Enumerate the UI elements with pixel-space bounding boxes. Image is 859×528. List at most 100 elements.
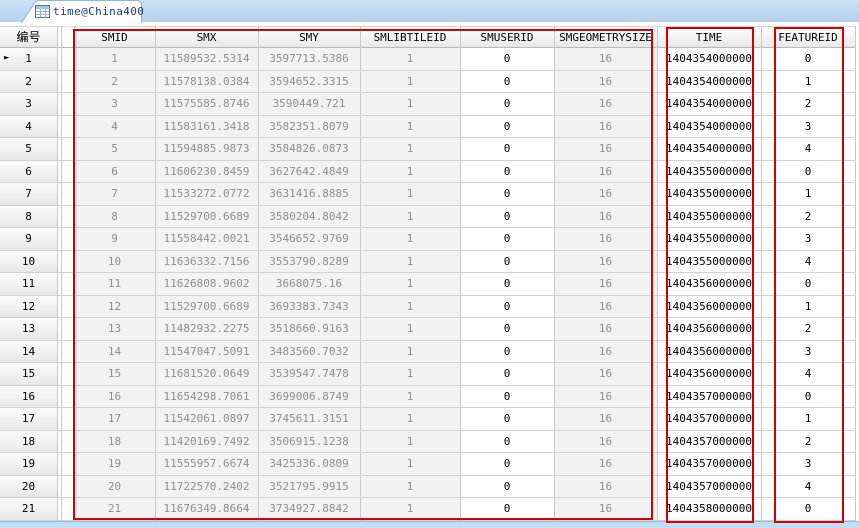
row-header[interactable]: 18 xyxy=(0,430,57,452)
cell-time[interactable]: 1404355000000 xyxy=(657,250,761,272)
cell-smy[interactable]: 3668075.16 xyxy=(258,273,360,295)
cell-smy[interactable]: 3627642.4849 xyxy=(258,160,360,182)
cell-smid[interactable]: 5 xyxy=(74,138,155,160)
row-header[interactable]: 12 xyxy=(0,295,57,317)
cell-time[interactable]: 1404357000000 xyxy=(657,453,761,475)
cell-featureid[interactable]: 1 xyxy=(761,408,855,430)
cell-smid[interactable]: 3 xyxy=(74,93,155,115)
cell-time[interactable]: 1404356000000 xyxy=(657,273,761,295)
cell-smx[interactable]: 11636332.7156 xyxy=(155,250,258,272)
cell-featureid[interactable]: 4 xyxy=(761,363,855,385)
cell-smlibtileid[interactable]: 1 xyxy=(360,453,460,475)
row-header[interactable]: 6 xyxy=(0,160,57,182)
column-header-smid[interactable]: SMID xyxy=(74,26,155,48)
cell-smid[interactable]: 16 xyxy=(74,385,155,407)
cell-smuserid[interactable]: 0 xyxy=(460,93,554,115)
cell-time[interactable]: 1404354000000 xyxy=(657,115,761,137)
cell-smlibtileid[interactable]: 1 xyxy=(360,115,460,137)
row-header[interactable]: 5 xyxy=(0,138,57,160)
cell-smx[interactable]: 11529700.6689 xyxy=(155,295,258,317)
column-header-smuserid[interactable]: SMUSERID xyxy=(460,26,554,48)
cell-smgeometrysize[interactable]: 16 xyxy=(554,183,657,205)
row-header[interactable]: 19 xyxy=(0,453,57,475)
cell-smlibtileid[interactable]: 1 xyxy=(360,340,460,362)
cell-smuserid[interactable]: 0 xyxy=(460,295,554,317)
column-header-time[interactable]: TIME xyxy=(657,26,761,48)
cell-smx[interactable]: 11529700.6689 xyxy=(155,205,258,227)
column-header-smgeometrysize[interactable]: SMGEOMETRYSIZE xyxy=(554,26,657,48)
cell-smgeometrysize[interactable]: 16 xyxy=(554,93,657,115)
cell-smgeometrysize[interactable]: 16 xyxy=(554,48,657,70)
cell-time[interactable]: 1404356000000 xyxy=(657,318,761,340)
cell-smlibtileid[interactable]: 1 xyxy=(360,228,460,250)
cell-smid[interactable]: 8 xyxy=(74,205,155,227)
cell-smid[interactable]: 15 xyxy=(74,363,155,385)
cell-smx[interactable]: 11533272.0772 xyxy=(155,183,258,205)
cell-smgeometrysize[interactable]: 16 xyxy=(554,228,657,250)
cell-featureid[interactable]: 4 xyxy=(761,138,855,160)
cell-time[interactable]: 1404354000000 xyxy=(657,138,761,160)
cell-smlibtileid[interactable]: 1 xyxy=(360,430,460,452)
cell-smy[interactable]: 3518660.9163 xyxy=(258,318,360,340)
cell-featureid[interactable]: 2 xyxy=(761,318,855,340)
cell-smx[interactable]: 11606230.8459 xyxy=(155,160,258,182)
cell-smlibtileid[interactable]: 1 xyxy=(360,250,460,272)
cell-smy[interactable]: 3539547.7478 xyxy=(258,363,360,385)
cell-smlibtileid[interactable]: 1 xyxy=(360,205,460,227)
cell-smgeometrysize[interactable]: 16 xyxy=(554,363,657,385)
cell-time[interactable]: 1404354000000 xyxy=(657,93,761,115)
row-header[interactable]: 20 xyxy=(0,475,57,497)
cell-smy[interactable]: 3745611.3151 xyxy=(258,408,360,430)
cell-smlibtileid[interactable]: 1 xyxy=(360,183,460,205)
cell-smuserid[interactable]: 0 xyxy=(460,363,554,385)
cell-smid[interactable]: 17 xyxy=(74,408,155,430)
cell-smx[interactable]: 11578138.0384 xyxy=(155,70,258,92)
cell-smid[interactable]: 19 xyxy=(74,453,155,475)
cell-time[interactable]: 1404357000000 xyxy=(657,408,761,430)
cell-time[interactable]: 1404354000000 xyxy=(657,70,761,92)
row-header[interactable]: 10 xyxy=(0,250,57,272)
cell-time[interactable]: 1404358000000 xyxy=(657,498,761,520)
row-header[interactable]: 8 xyxy=(0,205,57,227)
cell-smuserid[interactable]: 0 xyxy=(460,250,554,272)
cell-smuserid[interactable]: 0 xyxy=(460,115,554,137)
column-header-smx[interactable]: SMX xyxy=(155,26,258,48)
cell-smx[interactable]: 11555957.6674 xyxy=(155,453,258,475)
cell-smlibtileid[interactable]: 1 xyxy=(360,408,460,430)
row-header[interactable]: 2 xyxy=(0,70,57,92)
cell-smy[interactable]: 3597713.5386 xyxy=(258,48,360,70)
row-header[interactable]: 17 xyxy=(0,408,57,430)
cell-time[interactable]: 1404357000000 xyxy=(657,475,761,497)
cell-featureid[interactable]: 1 xyxy=(761,295,855,317)
column-header-smlibtileid[interactable]: SMLIBTILEID xyxy=(360,26,460,48)
cell-smuserid[interactable]: 0 xyxy=(460,475,554,497)
cell-smgeometrysize[interactable]: 16 xyxy=(554,385,657,407)
cell-smgeometrysize[interactable]: 16 xyxy=(554,70,657,92)
cell-smlibtileid[interactable]: 1 xyxy=(360,498,460,520)
cell-smgeometrysize[interactable]: 16 xyxy=(554,498,657,520)
cell-time[interactable]: 1404357000000 xyxy=(657,430,761,452)
cell-time[interactable]: 1404355000000 xyxy=(657,205,761,227)
row-header[interactable]: 7 xyxy=(0,183,57,205)
cell-smy[interactable]: 3546652.9769 xyxy=(258,228,360,250)
cell-smlibtileid[interactable]: 1 xyxy=(360,318,460,340)
cell-smlibtileid[interactable]: 1 xyxy=(360,295,460,317)
cell-smgeometrysize[interactable]: 16 xyxy=(554,160,657,182)
cell-smgeometrysize[interactable]: 16 xyxy=(554,138,657,160)
column-header-featureid[interactable]: FEATUREID xyxy=(761,26,855,48)
cell-smgeometrysize[interactable]: 16 xyxy=(554,340,657,362)
cell-time[interactable]: 1404356000000 xyxy=(657,295,761,317)
cell-smid[interactable]: 14 xyxy=(74,340,155,362)
cell-smx[interactable]: 11594885.9873 xyxy=(155,138,258,160)
cell-smy[interactable]: 3594652.3315 xyxy=(258,70,360,92)
cell-time[interactable]: 1404354000000 xyxy=(657,48,761,70)
cell-smlibtileid[interactable]: 1 xyxy=(360,70,460,92)
cell-smx[interactable]: 11722570.2402 xyxy=(155,475,258,497)
cell-smy[interactable]: 3699006.8749 xyxy=(258,385,360,407)
cell-featureid[interactable]: 3 xyxy=(761,228,855,250)
cell-smgeometrysize[interactable]: 16 xyxy=(554,430,657,452)
cell-featureid[interactable]: 3 xyxy=(761,453,855,475)
cell-time[interactable]: 1404356000000 xyxy=(657,363,761,385)
cell-smy[interactable]: 3580204.8042 xyxy=(258,205,360,227)
cell-featureid[interactable]: 4 xyxy=(761,475,855,497)
